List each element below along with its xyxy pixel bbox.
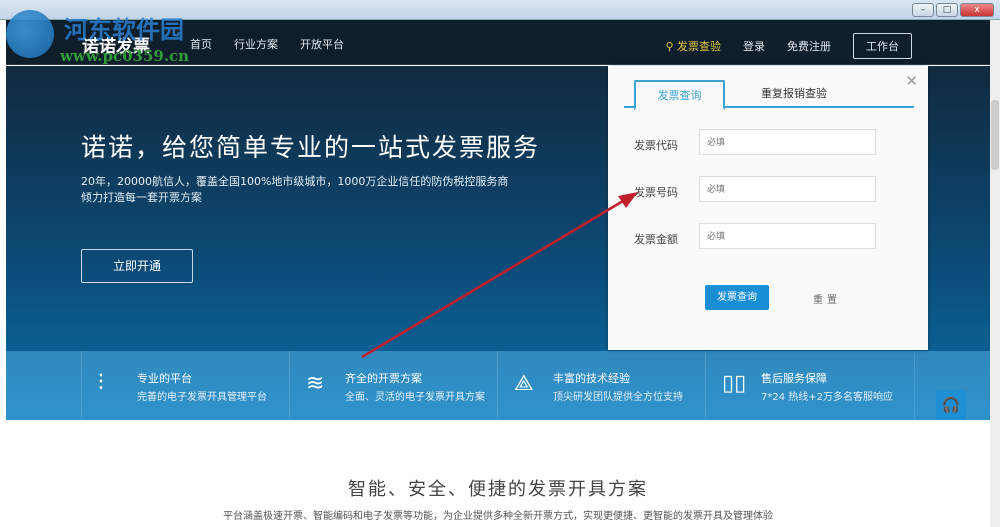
red-annotation-arrow (361, 192, 638, 359)
